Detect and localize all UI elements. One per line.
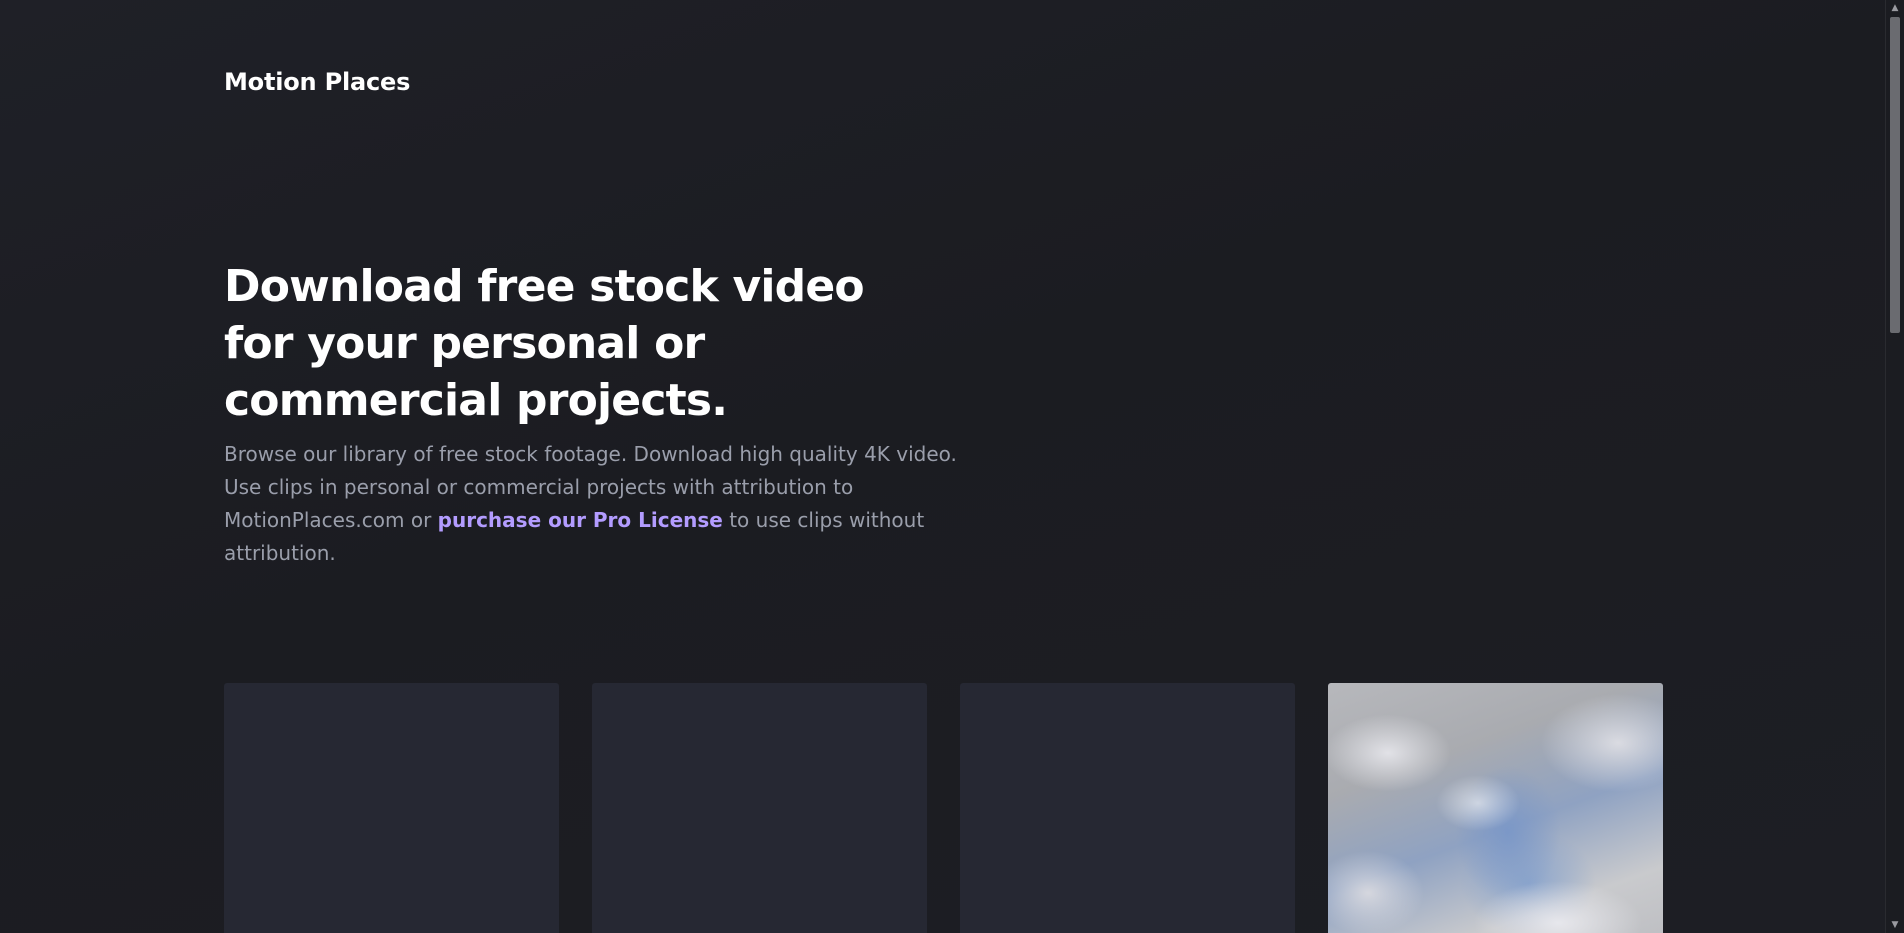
- hero-title: Download free stock video for your perso…: [224, 261, 865, 426]
- hero-description: Browse our library of free stock footage…: [224, 438, 964, 570]
- video-grid: [224, 683, 1664, 933]
- video-card[interactable]: [960, 683, 1295, 933]
- video-card[interactable]: [592, 683, 927, 933]
- scroll-down-arrow-icon[interactable]: ▼: [1886, 917, 1904, 933]
- pro-license-link[interactable]: purchase our Pro License: [438, 508, 723, 532]
- vertical-scrollbar[interactable]: ▲ ▼: [1885, 0, 1904, 933]
- scrollbar-thumb[interactable]: [1890, 17, 1900, 333]
- video-card[interactable]: [224, 683, 559, 933]
- video-card[interactable]: [1328, 683, 1663, 933]
- video-thumbnail-cloudy-sky: [1328, 683, 1663, 933]
- site-logo[interactable]: Motion Places: [224, 68, 410, 96]
- scroll-up-arrow-icon[interactable]: ▲: [1886, 0, 1904, 16]
- page: Motion Places Download free stock video …: [0, 0, 1886, 933]
